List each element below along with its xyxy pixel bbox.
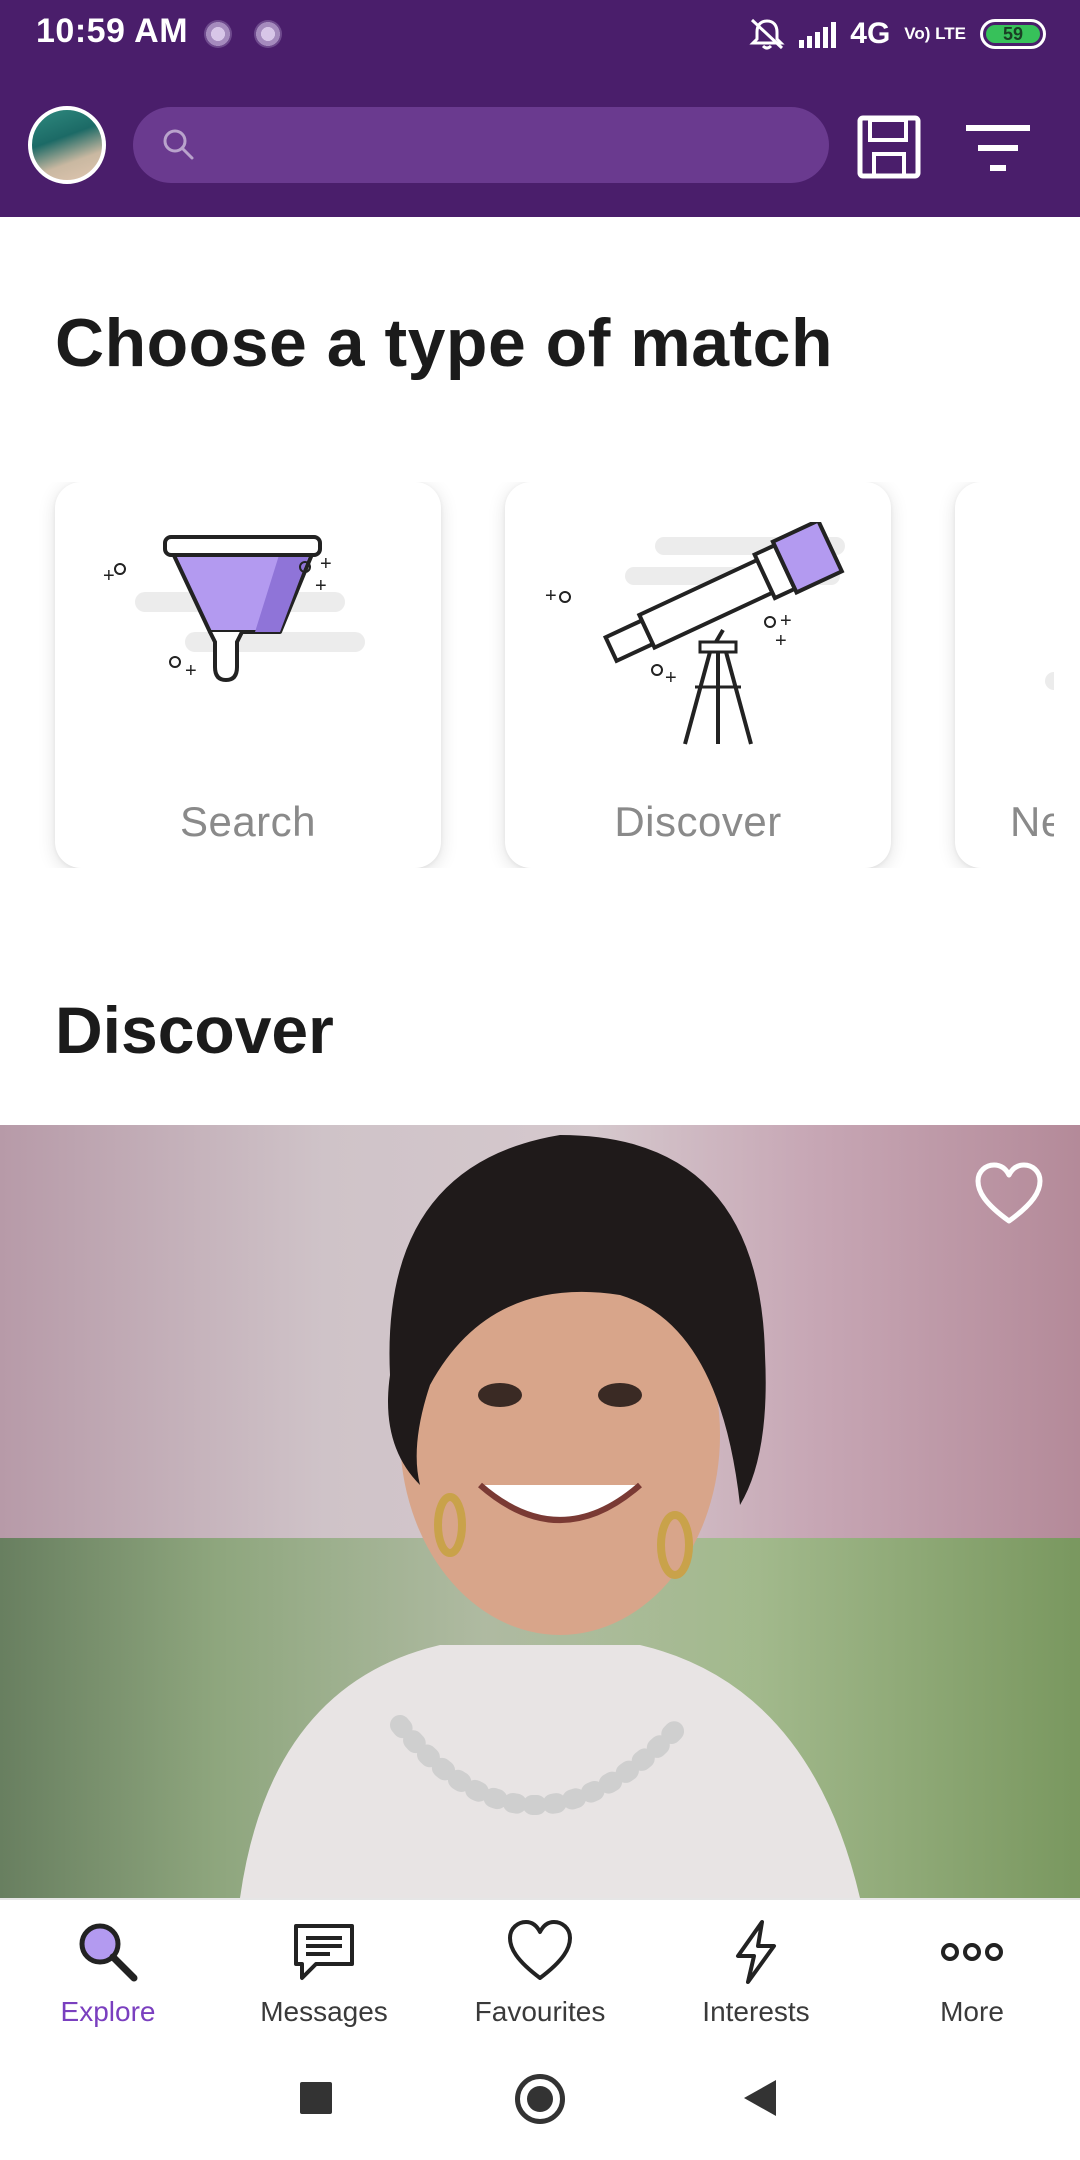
recent-apps-button[interactable]	[300, 2082, 332, 2114]
status-icons: 4G Vo) LTE 59	[749, 14, 1046, 54]
match-card-discover[interactable]: + + + + Discover	[505, 482, 891, 868]
nav-label: More	[940, 1996, 1004, 2027]
partial-card-icon	[1045, 672, 1054, 690]
heart-icon	[508, 1920, 572, 1980]
svg-text:+: +	[780, 610, 792, 632]
status-time: 10:59 AM	[36, 12, 189, 50]
notification-dot-icon	[204, 20, 232, 48]
svg-text:+: +	[103, 565, 115, 587]
save-icon[interactable]	[856, 114, 922, 180]
page-title: Choose a type of match	[55, 305, 834, 381]
battery-level: 59	[986, 25, 1040, 43]
nav-label: Favourites	[474, 1996, 606, 2027]
funnel-icon: + + + +	[103, 535, 365, 683]
battery-icon: 59	[980, 19, 1046, 49]
home-button[interactable]	[515, 2074, 565, 2124]
volte-indicator: Vo) LTE	[904, 24, 966, 43]
more-dots-icon	[941, 1943, 1003, 1961]
svg-text:+: +	[665, 667, 677, 689]
filter-icon[interactable]	[962, 118, 1034, 178]
search-input[interactable]	[213, 107, 803, 183]
search-icon	[163, 129, 194, 160]
nav-interests[interactable]: Interests	[648, 1900, 864, 2032]
nav-label: Interests	[702, 1996, 810, 2027]
telescope-icon: + + + +	[545, 522, 845, 745]
svg-text:+: +	[315, 575, 327, 597]
mute-bell-icon	[749, 18, 785, 50]
notification-dot-icon	[254, 20, 282, 48]
top-app-bar: 10:59 AM 4G Vo) LTE 59	[0, 0, 1080, 217]
signal-icon	[799, 20, 837, 48]
match-card-label: Search	[179, 798, 317, 845]
nav-messages[interactable]: Messages	[216, 1900, 432, 2032]
network-type: 4G	[850, 17, 891, 50]
message-icon	[294, 1924, 354, 1980]
profile-photo[interactable]	[0, 1125, 1080, 1898]
nav-label: Explore	[60, 1996, 156, 2027]
back-button[interactable]	[744, 2080, 776, 2116]
match-card-label: Ne	[1010, 798, 1054, 845]
svg-text:+: +	[545, 585, 557, 607]
explore-search-icon	[79, 1923, 138, 1982]
svg-text:+: +	[320, 553, 332, 575]
system-navigation-bar	[0, 2030, 1080, 2160]
match-card-search[interactable]: + + + + Search	[55, 482, 441, 868]
nav-label: Messages	[260, 1996, 388, 2027]
nav-favourites[interactable]: Favourites	[432, 1900, 648, 2032]
lightning-icon	[736, 1920, 776, 1984]
status-bar: 10:59 AM 4G Vo) LTE 59	[0, 0, 1080, 66]
match-card-label: Discover	[614, 798, 782, 845]
nav-explore[interactable]: Explore	[0, 1900, 216, 2032]
search-bar[interactable]	[133, 107, 829, 183]
svg-text:+: +	[775, 630, 787, 652]
match-type-carousel[interactable]: + + + + Search + + + + Discover Ne	[0, 482, 1054, 868]
avatar[interactable]	[28, 106, 106, 184]
heart-icon[interactable]	[974, 1161, 1044, 1227]
nav-more[interactable]: More	[864, 1900, 1080, 2032]
discover-heading: Discover	[55, 993, 334, 1067]
profile-figure	[240, 1135, 860, 1898]
match-card-partial[interactable]: Ne	[955, 482, 1054, 868]
bottom-navigation: Explore Messages Favourites Interests Mo…	[0, 1898, 1080, 2030]
svg-text:+: +	[185, 660, 197, 682]
